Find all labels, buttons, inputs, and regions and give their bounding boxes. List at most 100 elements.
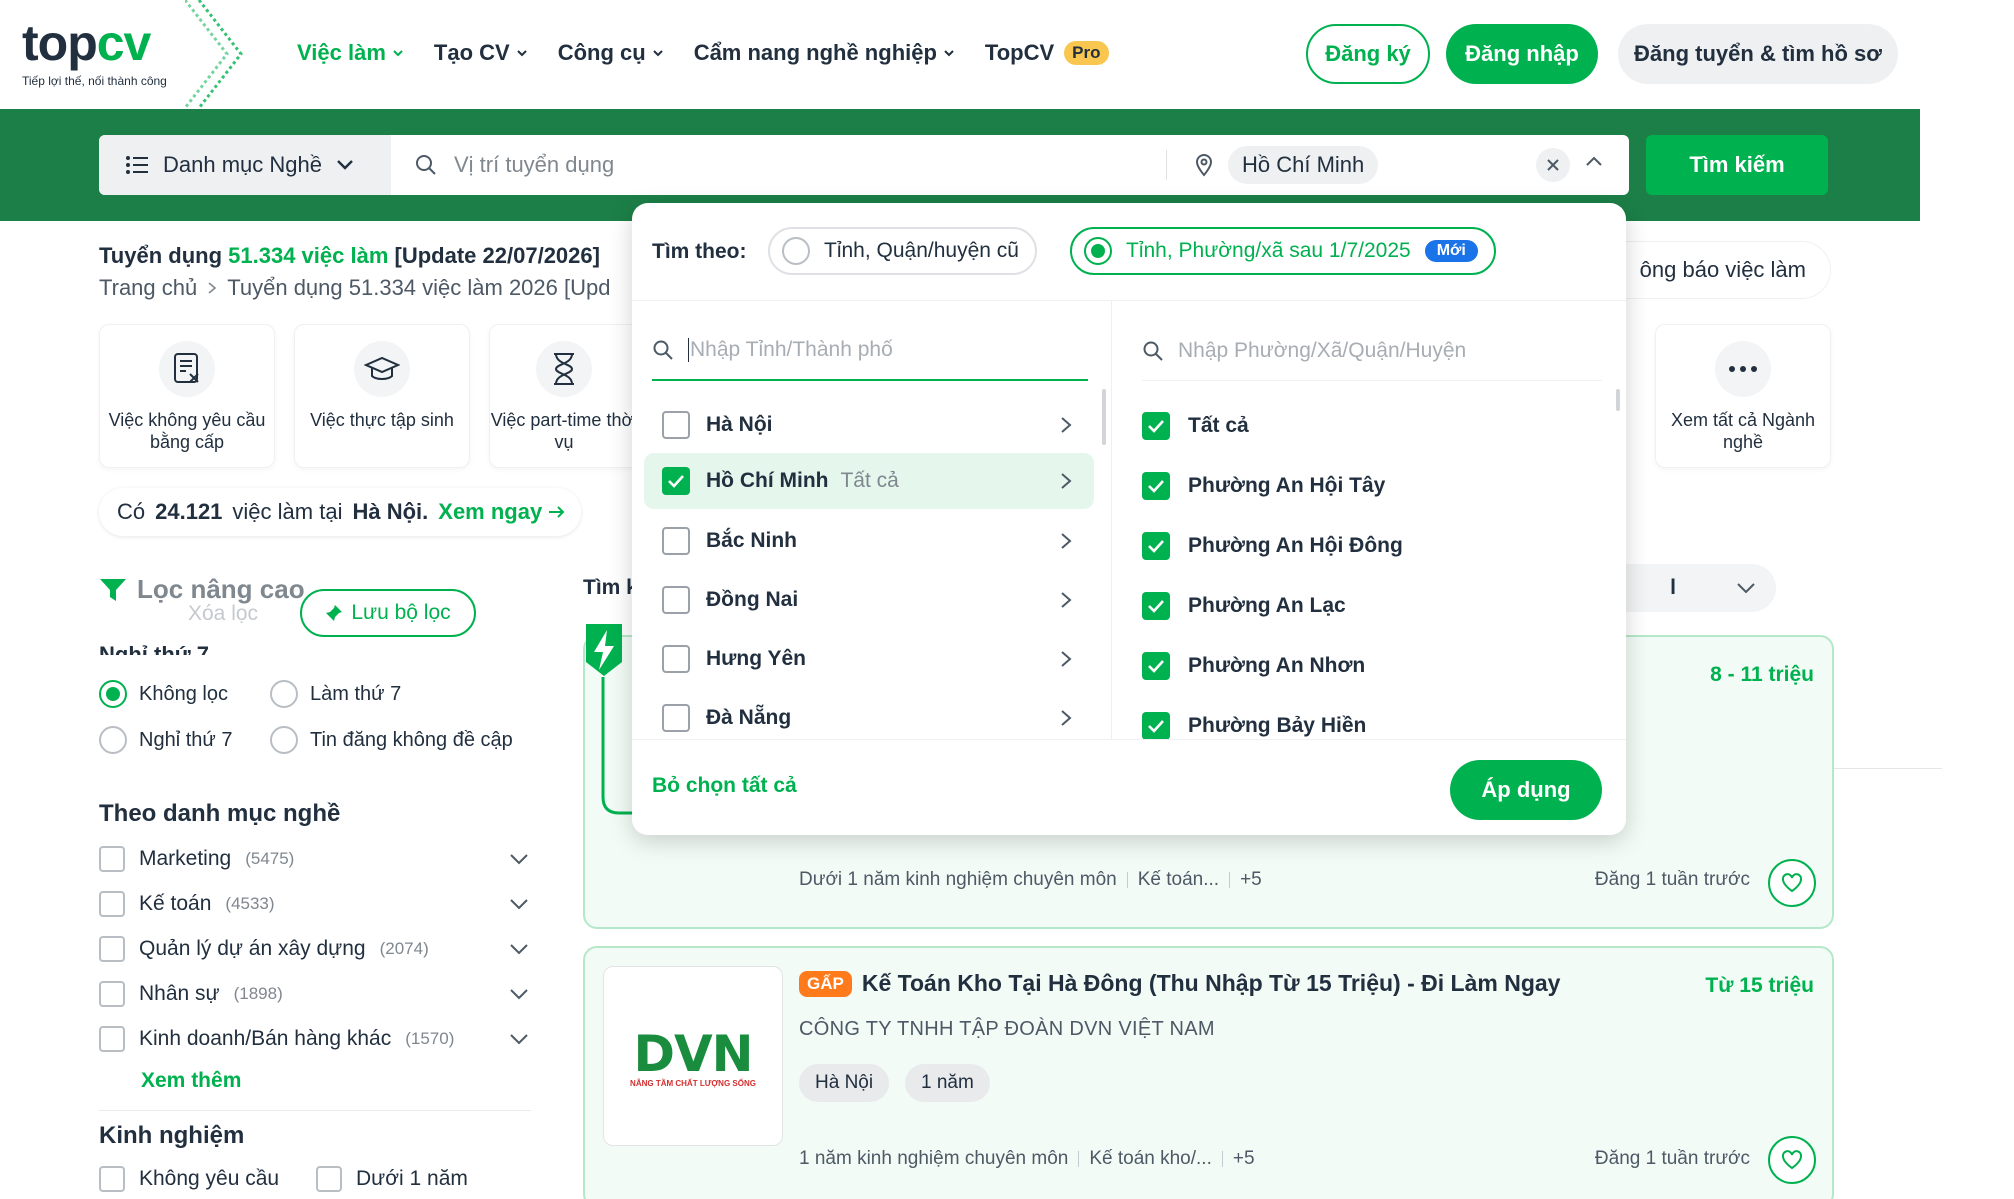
meta-separator	[1078, 1151, 1080, 1167]
employer-button[interactable]: Đăng tuyển & tìm hồ sơ	[1618, 24, 1898, 84]
province-item[interactable]: Hà Nội	[644, 397, 1094, 453]
heart-icon	[1781, 1150, 1803, 1170]
category-filter-item[interactable]: Kinh doanh/Bán hàng khác (1570)	[99, 1026, 537, 1052]
company-name[interactable]: CÔNG TY TNHH TẬP ĐOÀN DVN VIỆT NAM	[799, 1018, 1215, 1041]
keyword-input[interactable]: Vị trí tuyển dụng	[414, 135, 1164, 195]
hourglass-icon	[536, 341, 592, 397]
category-filter-item[interactable]: Kế toán (4533)	[99, 891, 537, 917]
job-title[interactable]: GẤP Kế Toán Kho Tại Hà Đông (Thu Nhập Từ…	[799, 970, 1560, 997]
ward-scrollbar[interactable]	[1616, 389, 1620, 411]
category-filter-item[interactable]: Marketing (5475)	[99, 846, 537, 872]
chevron-down-icon[interactable]	[509, 898, 529, 910]
checkbox[interactable]	[662, 704, 690, 732]
checkbox[interactable]	[662, 645, 690, 673]
checkbox-checked[interactable]	[1142, 412, 1170, 440]
chevron-up-icon[interactable]	[1584, 152, 1604, 172]
chevron-down-icon	[1737, 583, 1755, 594]
experience-option[interactable]: Không yêu cầu	[99, 1166, 279, 1192]
chevron-down-icon[interactable]	[509, 988, 529, 1000]
category-filter-item[interactable]: Nhân sự (1898)	[99, 981, 537, 1007]
divider	[1834, 768, 1942, 769]
checkbox-checked[interactable]	[1142, 472, 1170, 500]
save-filter-button[interactable]: Lưu bộ lọc	[300, 589, 476, 637]
quick-category-card[interactable]: Việc không yêu cầu bằng cấp	[99, 324, 275, 468]
location-input[interactable]: Hồ Chí Minh	[1194, 135, 1379, 195]
topcv-logo[interactable]: topcv Tiếp lợi thế, nối thành công	[22, 18, 167, 88]
ward-item[interactable]: Phường An Hội Tây	[1142, 458, 1385, 514]
chevron-down-icon[interactable]	[509, 853, 529, 865]
province-search-input[interactable]: Nhập Tỉnh/Thành phố	[652, 321, 1088, 381]
saturday-option[interactable]: Tin đăng không đề cập	[270, 726, 513, 754]
chevron-down-icon[interactable]	[509, 943, 529, 955]
checkbox[interactable]	[99, 1026, 125, 1052]
saturday-option[interactable]: Nghỉ thứ 7	[99, 726, 232, 754]
company-logo[interactable]: DVN NÂNG TẦM CHẤT LƯỢNG SỐNG	[603, 966, 783, 1146]
save-job-button[interactable]	[1768, 1136, 1816, 1184]
quick-category-card[interactable]: Việc thực tập sinh	[294, 324, 470, 468]
unselect-all-button[interactable]: Bỏ chọn tất cả	[652, 774, 797, 798]
nav-career-guide[interactable]: Cẩm nang nghề nghiệp	[694, 40, 955, 66]
checkbox[interactable]	[662, 527, 690, 555]
ward-search-input[interactable]: Nhập Phường/Xã/Quận/Huyện	[1142, 321, 1602, 381]
category-filter-item[interactable]: Quản lý dự án xây dựng (2074)	[99, 936, 537, 962]
clear-location-button[interactable]	[1536, 148, 1570, 182]
show-more-link[interactable]: Xem thêm	[141, 1069, 241, 1093]
nav-tools[interactable]: Công cụ	[558, 40, 664, 66]
job-card[interactable]: DVN NÂNG TẦM CHẤT LƯỢNG SỐNG GẤP Kế Toán…	[583, 946, 1834, 1199]
nav-jobs[interactable]: Việc làm	[297, 40, 404, 66]
ward-item[interactable]: Phường An Hội Đông	[1142, 518, 1403, 574]
checkbox[interactable]	[99, 981, 125, 1007]
checkbox[interactable]	[662, 411, 690, 439]
ward-item[interactable]: Phường An Lạc	[1142, 578, 1346, 634]
province-scrollbar[interactable]	[1102, 389, 1106, 445]
radio-selected	[99, 680, 127, 708]
checkbox-checked[interactable]	[1142, 532, 1170, 560]
clear-filter-button[interactable]: Xóa lọc	[188, 602, 258, 626]
job-notify-button[interactable]: ông báo việc làm	[1596, 242, 1830, 298]
province-search-placeholder: Nhập Tỉnh/Thành phố	[690, 338, 893, 361]
search-button[interactable]: Tìm kiếm	[1646, 135, 1828, 195]
province-item-selected[interactable]: Hồ Chí Minh Tất cả	[644, 453, 1094, 509]
ward-name: Phường An Hội Đông	[1188, 534, 1403, 557]
sort-select-value: l	[1670, 576, 1676, 599]
saturday-option[interactable]: Làm thứ 7	[270, 680, 401, 708]
checkbox-checked[interactable]	[1142, 652, 1170, 680]
checkbox-checked[interactable]	[1142, 712, 1170, 740]
chevron-down-icon[interactable]	[509, 1033, 529, 1045]
province-item[interactable]: Bắc Ninh	[644, 513, 1094, 569]
nav-create-cv[interactable]: Tạo CV	[434, 40, 528, 66]
checkbox[interactable]	[662, 586, 690, 614]
nav-topcv-pro[interactable]: TopCV Pro	[985, 40, 1109, 66]
checkbox[interactable]	[99, 936, 125, 962]
saturday-option-label: Tin đăng không đề cập	[310, 728, 513, 751]
checkbox[interactable]	[99, 846, 125, 872]
checkbox[interactable]	[99, 1166, 125, 1192]
checkbox[interactable]	[99, 891, 125, 917]
quick-category-card[interactable]: Xem tất cả Ngành nghề	[1655, 324, 1831, 468]
location-chip[interactable]: Hồ Chí Minh	[1228, 146, 1379, 184]
hanoi-view-link[interactable]: Xem ngay	[438, 499, 566, 525]
logo-text-top: top	[22, 15, 98, 71]
save-job-button[interactable]	[1768, 859, 1816, 907]
category-dropdown[interactable]: Danh mục Nghề	[99, 135, 391, 195]
ward-item[interactable]: Phường An Nhơn	[1142, 638, 1365, 694]
job-experience: 1 năm kinh nghiệm chuyên môn	[799, 1148, 1069, 1169]
quick-category-card[interactable]: Việc part-time thời vụ	[489, 324, 639, 468]
option-old-admin[interactable]: Tỉnh, Quận/huyện cũ	[768, 227, 1037, 275]
chevron-down-icon	[337, 160, 353, 170]
checkbox-checked[interactable]	[1142, 592, 1170, 620]
login-button[interactable]: Đăng nhập	[1446, 24, 1598, 84]
province-item[interactable]: Hưng Yên	[644, 631, 1094, 687]
experience-option[interactable]: Dưới 1 năm	[316, 1166, 468, 1192]
saturday-option[interactable]: Không lọc	[99, 680, 228, 708]
apply-button[interactable]: Áp dụng	[1450, 760, 1602, 820]
register-button[interactable]: Đăng ký	[1306, 24, 1430, 84]
province-item[interactable]: Đồng Nai	[644, 572, 1094, 628]
breadcrumb-home[interactable]: Trang chủ	[99, 275, 197, 301]
checkbox-checked[interactable]	[662, 467, 690, 495]
province-item[interactable]: Đà Nẵng	[644, 690, 1094, 746]
option-new-admin[interactable]: Tỉnh, Phường/xã sau 1/7/2025 Mới	[1070, 227, 1496, 275]
ward-item[interactable]: Tất cả	[1142, 398, 1249, 454]
check-icon	[1148, 720, 1164, 733]
checkbox[interactable]	[316, 1166, 342, 1192]
